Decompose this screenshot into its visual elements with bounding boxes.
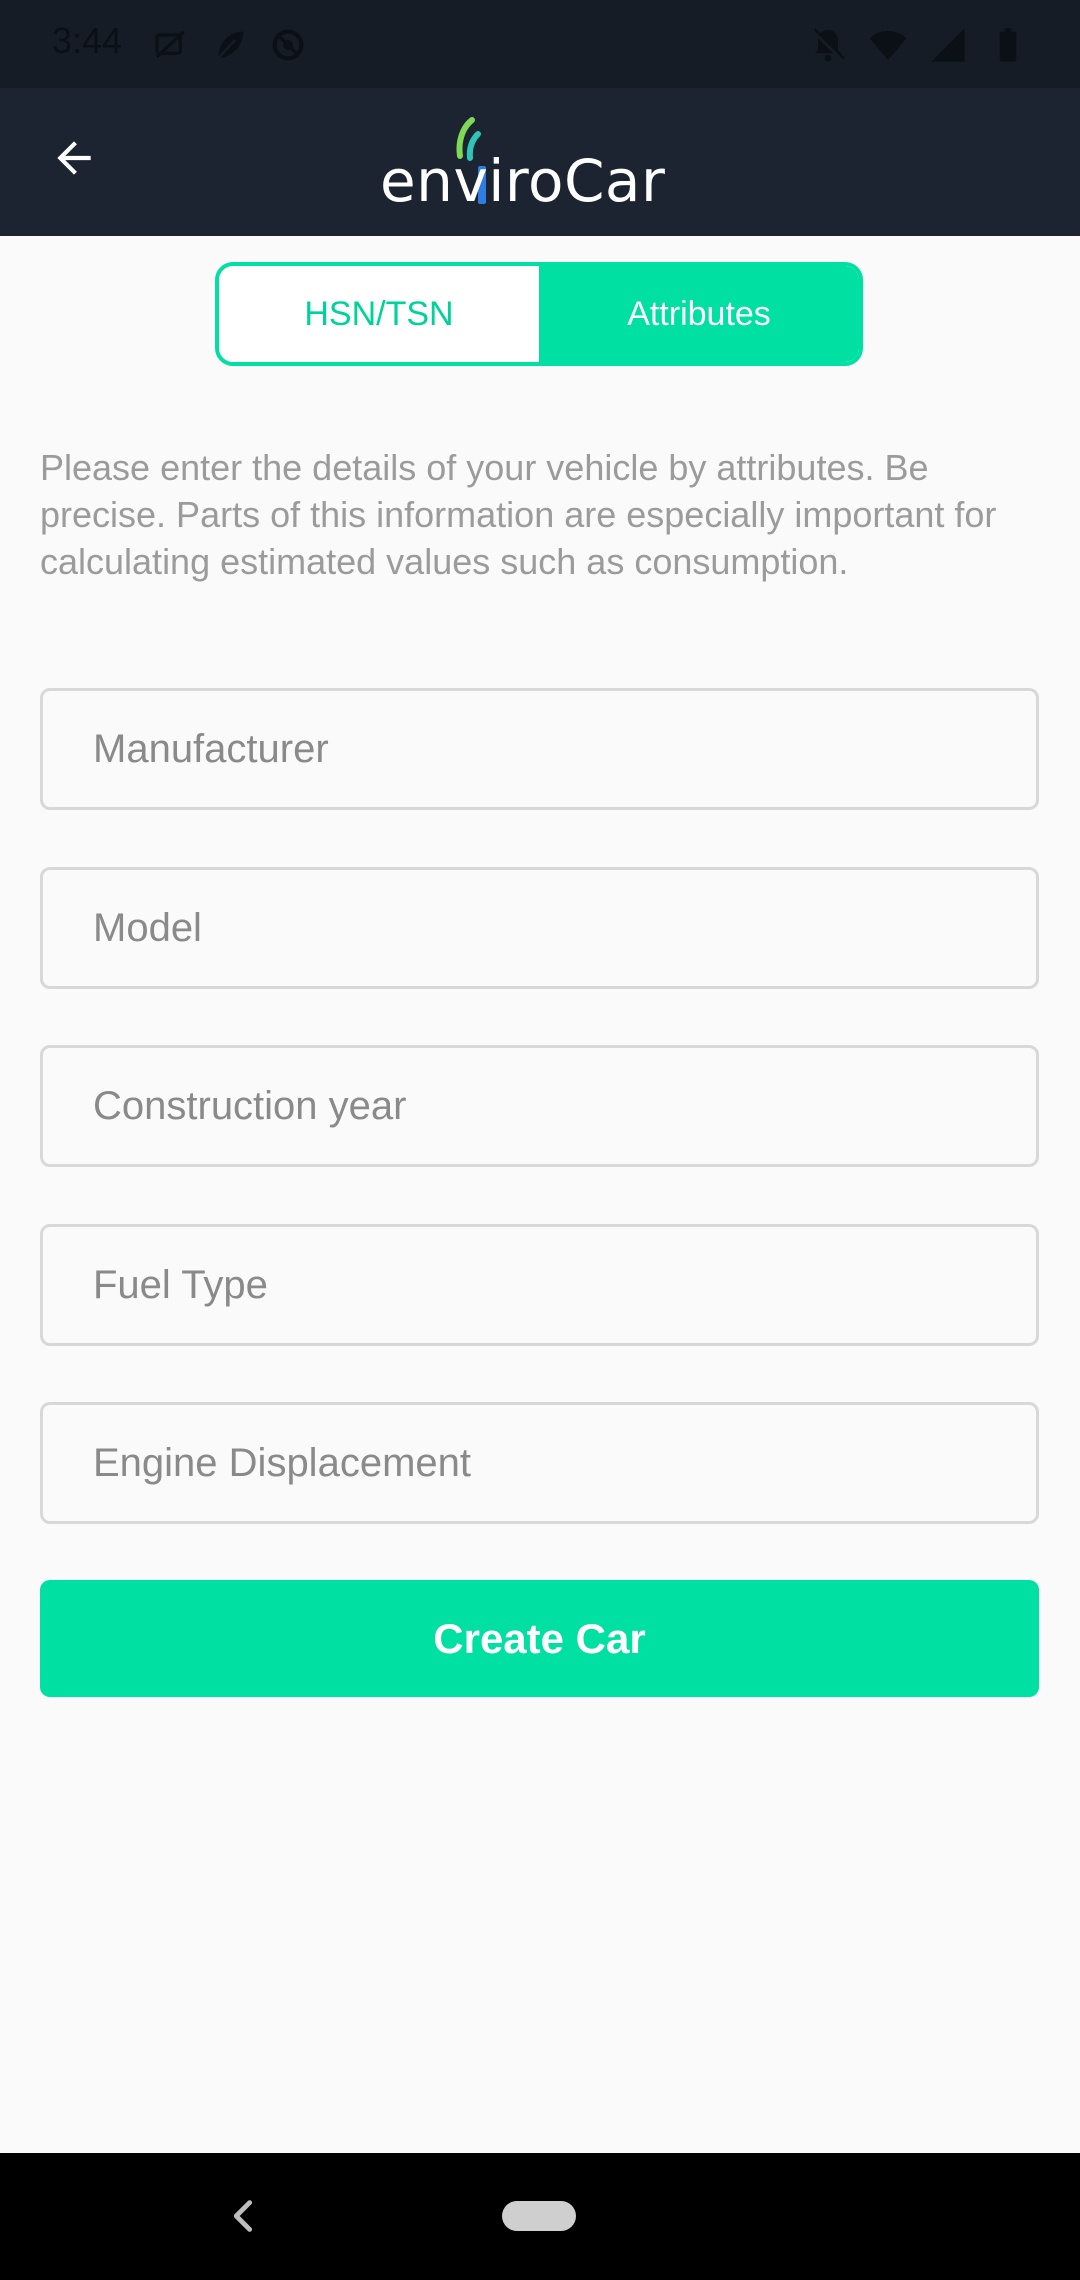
logo-text: enviroCar xyxy=(380,147,666,215)
tab-attributes[interactable]: Attributes xyxy=(539,266,859,362)
arrow-back-icon xyxy=(57,141,91,175)
app-bar: enviroCar xyxy=(0,88,1080,236)
wifi-icon xyxy=(869,30,907,60)
description-text: Please enter the details of your vehicle… xyxy=(40,447,997,582)
sync-icon xyxy=(272,29,304,61)
segmented-tabs: HSN/TSN Attributes xyxy=(215,262,863,366)
back-button[interactable] xyxy=(40,124,108,192)
photo-blocked-icon xyxy=(155,30,185,58)
model-field xyxy=(40,867,1039,989)
manufacturer-field xyxy=(40,688,1039,810)
model-input[interactable] xyxy=(43,870,1036,986)
construction-year-field xyxy=(40,1045,1039,1167)
engine-displacement-input[interactable] xyxy=(43,1405,1036,1521)
create-car-button[interactable]: Create Car xyxy=(40,1580,1039,1697)
status-time: 3:44 xyxy=(52,20,123,61)
fuel-type-field xyxy=(40,1224,1039,1346)
leaf-icon xyxy=(217,31,244,60)
battery-icon xyxy=(999,28,1017,62)
signal-icon xyxy=(931,28,965,62)
fuel-type-input[interactable] xyxy=(43,1227,1036,1343)
status-right-icons xyxy=(808,22,1028,68)
construction-year-input[interactable] xyxy=(43,1048,1036,1164)
status-bar: 3:44 xyxy=(0,0,1080,88)
envirocar-logo: enviroCar xyxy=(380,114,710,210)
engine-displacement-field xyxy=(40,1402,1039,1524)
notifications-off-icon xyxy=(811,28,845,62)
chevron-left-icon[interactable] xyxy=(222,2193,262,2239)
system-nav-bar xyxy=(0,2153,1080,2280)
tab-hsn-tsn[interactable]: HSN/TSN xyxy=(219,266,539,362)
home-pill-icon[interactable] xyxy=(502,2201,576,2231)
manufacturer-input[interactable] xyxy=(43,691,1036,807)
status-left-icons xyxy=(152,22,308,68)
